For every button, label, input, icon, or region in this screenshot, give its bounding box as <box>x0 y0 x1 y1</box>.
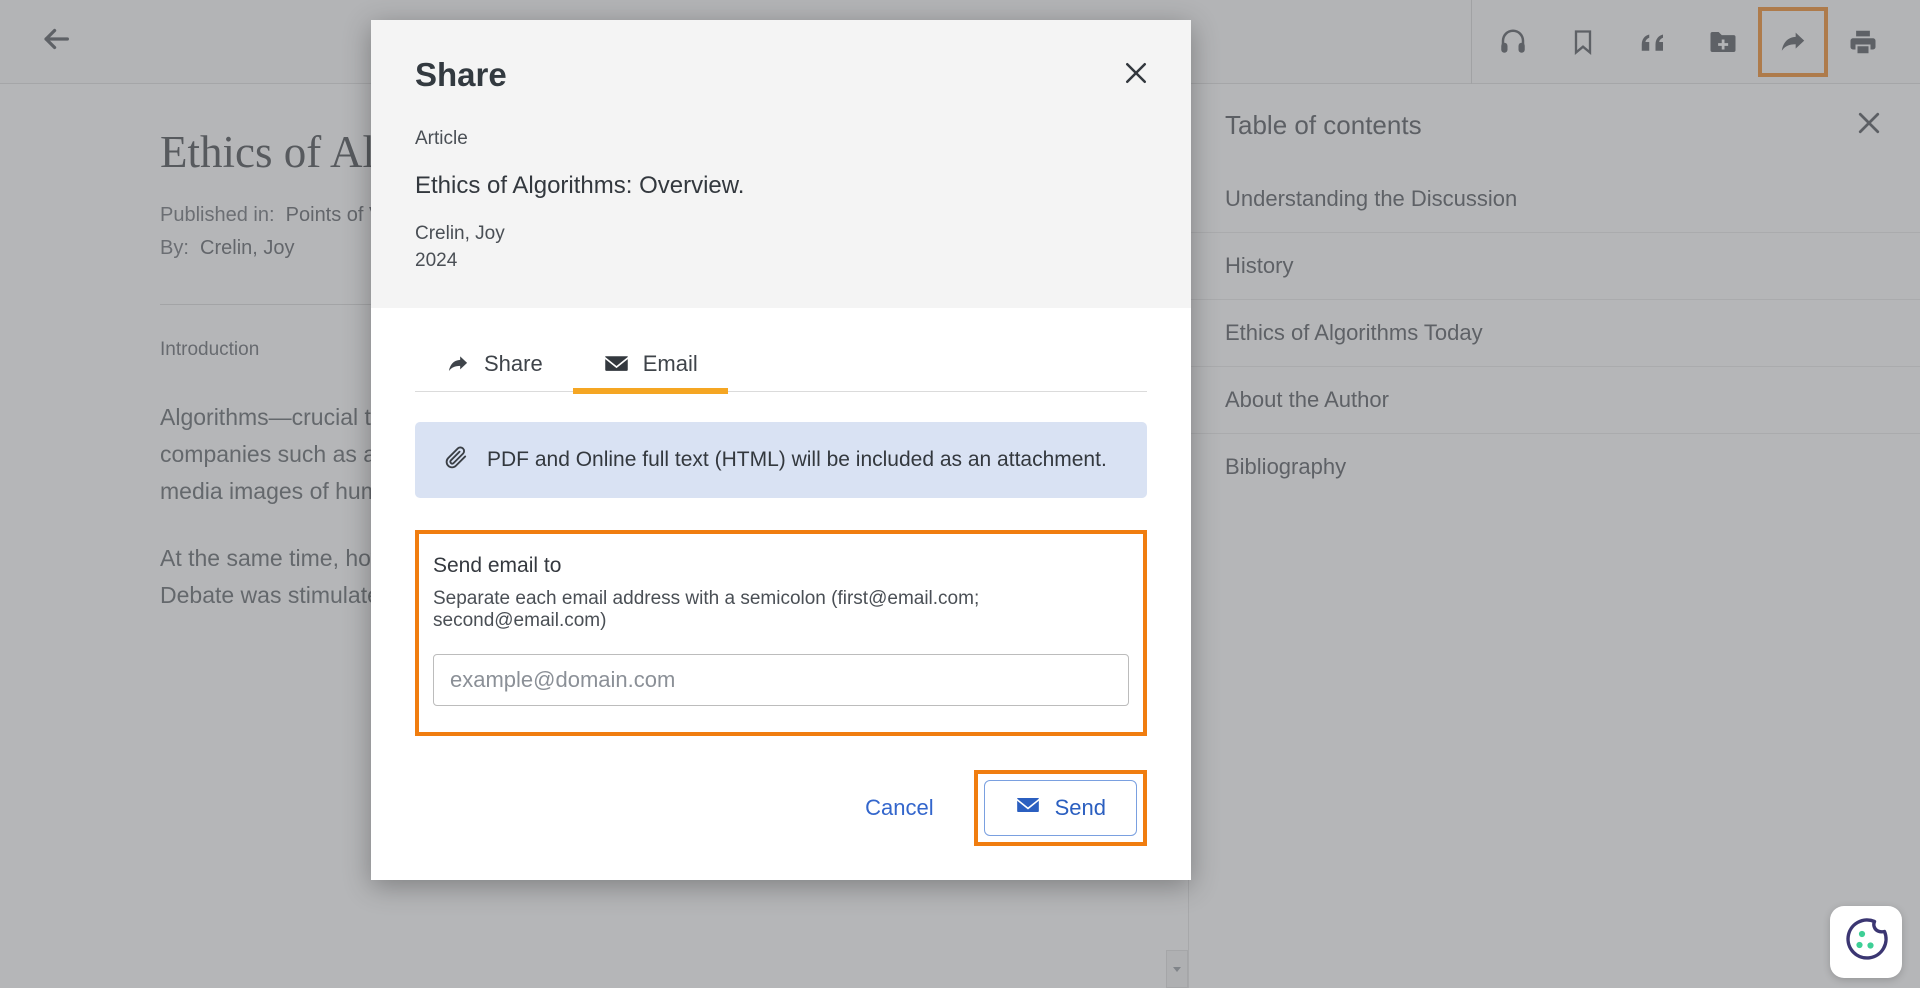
cookie-icon <box>1841 915 1891 970</box>
modal-title: Share <box>415 56 507 93</box>
modal-body: Share Email PDF and Online full text (HT… <box>371 308 1191 736</box>
document-type: Article <box>415 128 468 149</box>
email-address-input[interactable] <box>433 654 1129 706</box>
document-author: Crelin, Joy <box>415 223 505 244</box>
modal-header: Share Article Ethics of Algorithms: Over… <box>371 20 1191 308</box>
share-icon <box>445 351 471 377</box>
modal-tabs: Share Email <box>415 308 1147 394</box>
document-year: 2024 <box>415 250 458 271</box>
send-email-label: Send email to <box>433 554 562 577</box>
tab-share[interactable]: Share <box>415 341 573 391</box>
send-button-label: Send <box>1054 795 1106 820</box>
attachment-note-text: PDF and Online full text (HTML) will be … <box>487 448 1107 471</box>
share-modal: Share Article Ethics of Algorithms: Over… <box>371 20 1191 880</box>
cookie-preferences-button[interactable] <box>1830 906 1902 978</box>
envelope-icon <box>603 350 630 377</box>
modal-footer: Cancel Send <box>371 736 1191 880</box>
send-email-section: Send email to Separate each email addres… <box>415 530 1147 736</box>
send-button[interactable]: Send <box>983 780 1137 836</box>
modal-close-button[interactable] <box>1119 58 1153 92</box>
document-title: Ethics of Algorithms: Overview. <box>415 172 745 199</box>
paperclip-icon <box>443 444 469 476</box>
send-email-hint: Separate each email address with a semic… <box>433 588 980 631</box>
reader-app: Ethics of Algorithms: Overview. Publishe… <box>0 0 1920 988</box>
tab-share-label: Share <box>484 351 543 376</box>
send-button-highlight: Send <box>973 770 1147 846</box>
close-icon <box>1121 58 1151 93</box>
attachment-note: PDF and Online full text (HTML) will be … <box>415 422 1147 498</box>
envelope-icon <box>1015 792 1041 824</box>
cancel-button[interactable]: Cancel <box>843 783 955 833</box>
tab-email[interactable]: Email <box>572 340 728 394</box>
tab-email-label: Email <box>642 350 698 376</box>
